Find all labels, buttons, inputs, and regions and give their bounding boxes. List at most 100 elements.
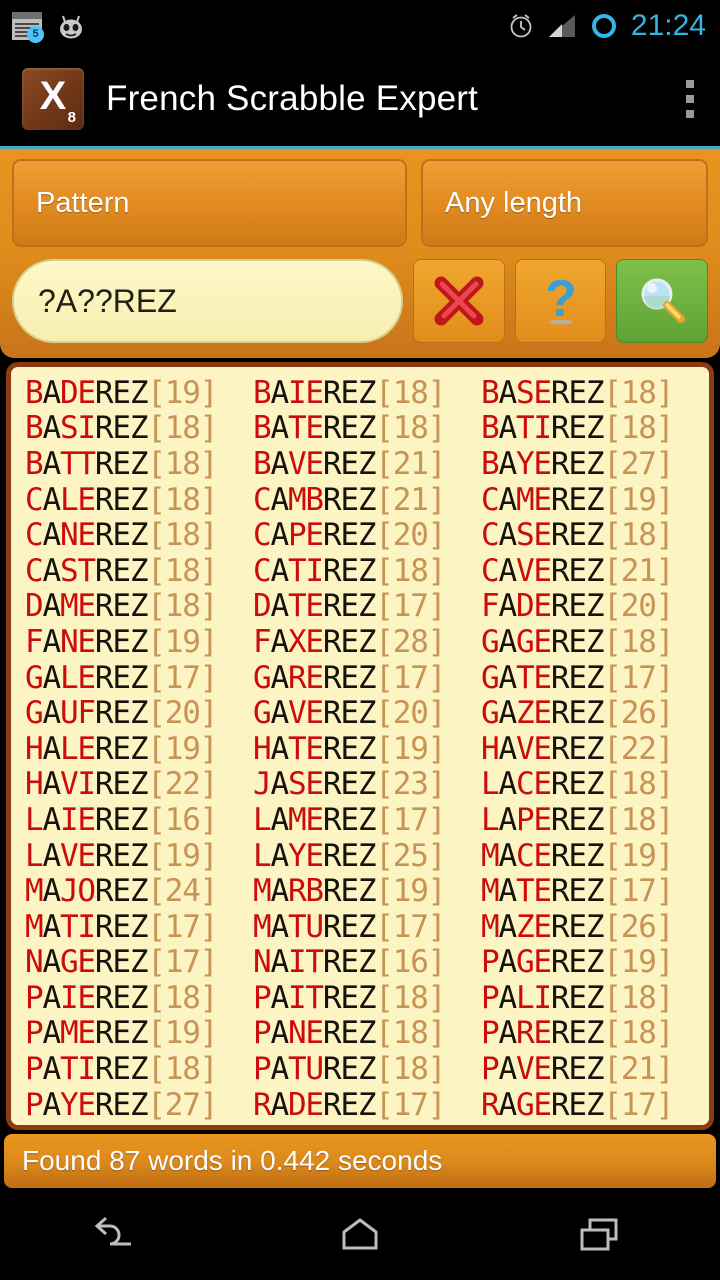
word-entry[interactable]: CASEREZ[18] [481, 517, 709, 553]
fixed-letter: Z [357, 374, 377, 411]
search-button[interactable] [616, 259, 709, 343]
clear-button[interactable] [413, 259, 505, 343]
word-entry[interactable]: HATEREZ[19] [253, 731, 481, 767]
word-entry[interactable]: MARBREZ[19] [253, 873, 481, 909]
word-score: [22] [147, 766, 218, 803]
word-entry[interactable]: PANEREZ[18] [253, 1015, 481, 1051]
word-entry[interactable]: FAXEREZ[28] [253, 624, 481, 660]
word-entry[interactable]: FADEREZ[20] [481, 588, 709, 624]
fixed-letter: E [112, 410, 131, 447]
nav-back-button[interactable] [45, 1188, 195, 1280]
word-entry[interactable]: LACEREZ[18] [481, 766, 709, 802]
word-entry[interactable]: CALEREZ[18] [25, 482, 253, 518]
fixed-letter: E [568, 766, 587, 803]
word-entry[interactable]: CAMEREZ[19] [481, 482, 709, 518]
search-icon [641, 278, 686, 323]
word-entry[interactable]: HALEREZ[19] [25, 731, 253, 767]
nav-home-button[interactable] [285, 1188, 435, 1280]
word-entry[interactable]: PATIREZ[18] [25, 1051, 253, 1087]
word-entry[interactable]: JASEREZ[23] [253, 766, 481, 802]
word-score: [19] [375, 873, 446, 910]
word-entry[interactable]: GAGEREZ[18] [481, 624, 709, 660]
help-button[interactable]: ? [514, 259, 607, 343]
wildcard-letter: V [515, 730, 535, 767]
word-entry[interactable]: BAIEREZ[18] [253, 375, 481, 411]
word-entry[interactable]: MATIREZ[17] [25, 909, 253, 945]
word-entry[interactable]: MAJOREZ[24] [25, 873, 253, 909]
word-entry[interactable]: PATUREZ[18] [253, 1051, 481, 1087]
word-entry[interactable]: LAVEREZ[19] [25, 838, 253, 874]
word-entry[interactable]: CANEREZ[18] [25, 517, 253, 553]
word-entry[interactable]: BAVEREZ[21] [253, 446, 481, 482]
word-entry[interactable]: FANEREZ[19] [25, 624, 253, 660]
wildcard-letter: M [253, 873, 272, 910]
fixed-letter: R [322, 766, 342, 803]
length-mode-spinner[interactable]: Any length [421, 159, 708, 247]
word-entry[interactable]: PAITREZ[18] [253, 980, 481, 1016]
word-entry[interactable]: RAGEREZ[17] [481, 1087, 709, 1123]
word-entry[interactable]: GAUFREZ[20] [25, 695, 253, 731]
results-list[interactable]: BADEREZ[19] BAIEREZ[18] BASEREZ[18] BASIREZ… [6, 362, 714, 1130]
word-entry[interactable]: CAPEREZ[20] [253, 517, 481, 553]
word-entry[interactable]: BATIREZ[18] [481, 410, 709, 446]
word-entry[interactable]: HAVEREZ[22] [481, 731, 709, 767]
fixed-letter: Z [357, 410, 377, 447]
search-mode-spinner[interactable]: Pattern [12, 159, 407, 247]
pattern-input[interactable]: ?A??REZ [12, 259, 404, 343]
word-entry[interactable]: GAZEREZ[26] [481, 695, 709, 731]
nav-recents-button[interactable] [525, 1188, 675, 1280]
word-entry[interactable]: NAGEREZ[17] [25, 944, 253, 980]
word-entry[interactable]: CAMBREZ[21] [253, 482, 481, 518]
word-entry[interactable]: CATIREZ[18] [253, 553, 481, 589]
word-entry[interactable]: GALEREZ[17] [25, 660, 253, 696]
wildcard-letter: E [533, 481, 552, 518]
word-entry[interactable]: NAITREZ[16] [253, 944, 481, 980]
word-entry[interactable]: BAYEREZ[27] [481, 446, 709, 482]
word-score: [18] [147, 445, 218, 482]
word-score: [18] [147, 979, 218, 1016]
word-score: [18] [603, 517, 674, 554]
word-entry[interactable]: LAPEREZ[18] [481, 802, 709, 838]
word-entry[interactable]: RADEREZ[17] [253, 1087, 481, 1123]
overflow-menu-button[interactable] [686, 80, 694, 118]
fixed-letter: Z [129, 837, 149, 874]
word-entry[interactable]: DAMEREZ[18] [25, 588, 253, 624]
word-entry[interactable]: BATEREZ[18] [253, 410, 481, 446]
word-entry[interactable]: GAREREZ[17] [253, 660, 481, 696]
word-entry[interactable]: PAIEREZ[18] [25, 980, 253, 1016]
word-entry[interactable]: DATEREZ[17] [253, 588, 481, 624]
wildcard-letter: I [287, 374, 307, 411]
word-entry[interactable]: BADEREZ[19] [25, 375, 253, 411]
fixed-letter: E [340, 552, 359, 589]
fixed-letter: R [94, 552, 114, 589]
word-entry[interactable]: MACEREZ[19] [481, 838, 709, 874]
word-entry[interactable]: GATEREZ[17] [481, 660, 709, 696]
fixed-letter: R [94, 623, 114, 660]
word-entry[interactable]: LAIEREZ[16] [25, 802, 253, 838]
fixed-letter: R [322, 659, 342, 696]
word-entry[interactable]: MAZEREZ[26] [481, 909, 709, 945]
word-entry[interactable]: PAMEREZ[19] [25, 1015, 253, 1051]
word-entry[interactable]: BATTREZ[18] [25, 446, 253, 482]
word-entry[interactable]: PALIREZ[18] [481, 980, 709, 1016]
word-entry[interactable]: GAVEREZ[20] [253, 695, 481, 731]
word-entry[interactable]: MATUREZ[17] [253, 909, 481, 945]
word-entry[interactable]: HAVIREZ[22] [25, 766, 253, 802]
word-entry[interactable]: PAYEREZ[27] [25, 1087, 253, 1123]
fixed-letter: E [340, 1015, 359, 1052]
fixed-letter: E [112, 730, 131, 767]
word-entry[interactable]: PAREREZ[18] [481, 1015, 709, 1051]
fixed-letter: A [42, 623, 61, 660]
wildcard-letter: D [515, 588, 535, 625]
fixed-letter: E [340, 979, 359, 1016]
word-entry[interactable]: LAYEREZ[25] [253, 838, 481, 874]
word-entry[interactable]: PAGEREZ[19] [481, 944, 709, 980]
word-entry[interactable]: CASTREZ[18] [25, 553, 253, 589]
word-entry[interactable]: MATEREZ[17] [481, 873, 709, 909]
news-notification-icon: 5 [12, 12, 44, 43]
word-entry[interactable]: BASEREZ[18] [481, 375, 709, 411]
word-entry[interactable]: PAVEREZ[21] [481, 1051, 709, 1087]
word-entry[interactable]: BASIREZ[18] [25, 410, 253, 446]
word-entry[interactable]: LAMEREZ[17] [253, 802, 481, 838]
word-entry[interactable]: CAVEREZ[21] [481, 553, 709, 589]
